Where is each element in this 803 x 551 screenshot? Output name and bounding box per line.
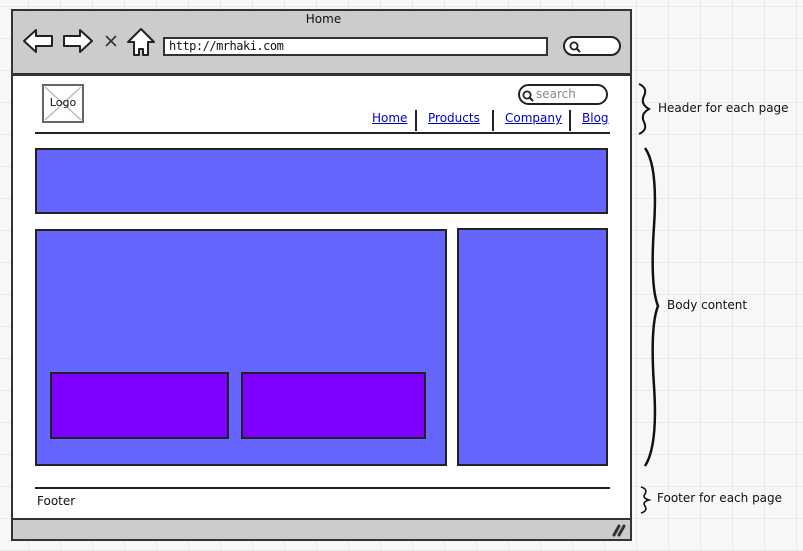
footer-label: Footer	[37, 494, 76, 508]
window-title: Home	[305, 12, 342, 26]
annotation-header: Header for each page	[658, 101, 789, 115]
back-arrow-icon[interactable]	[22, 27, 54, 55]
nav-link-products[interactable]: Products	[428, 111, 480, 125]
content-sub-block-right	[241, 372, 426, 439]
site-search-field[interactable]: search	[518, 84, 608, 105]
browser-search-field[interactable]	[563, 36, 621, 56]
nav-separator	[415, 110, 417, 131]
stop-icon[interactable]	[104, 34, 118, 48]
header-divider	[35, 132, 610, 134]
resize-grip-icon[interactable]	[612, 523, 626, 537]
search-placeholder: search	[536, 87, 576, 101]
content-sub-block-left	[50, 372, 229, 439]
url-field[interactable]: http://mrhaki.com	[163, 37, 548, 56]
forward-arrow-icon[interactable]	[62, 27, 94, 55]
nav-link-home[interactable]: Home	[372, 111, 407, 125]
nav-link-company[interactable]: Company	[505, 111, 562, 125]
footer-brace-icon	[640, 486, 652, 514]
annotation-body: Body content	[667, 298, 748, 312]
home-icon[interactable]	[126, 27, 156, 57]
search-icon	[522, 90, 534, 102]
nav-link-blog[interactable]: Blog	[582, 111, 609, 125]
browser-status-bar	[11, 518, 632, 541]
banner-block	[35, 148, 608, 214]
logo-label: Logo	[49, 96, 77, 109]
site-logo[interactable]: Logo	[42, 84, 84, 123]
nav-separator	[569, 110, 571, 131]
header-brace-icon	[638, 83, 652, 135]
annotation-footer: Footer for each page	[657, 491, 783, 505]
sidebar-block	[457, 228, 608, 466]
nav-separator	[492, 110, 494, 131]
body-brace-icon	[643, 147, 660, 467]
search-icon	[569, 41, 581, 53]
footer-divider	[35, 487, 610, 489]
